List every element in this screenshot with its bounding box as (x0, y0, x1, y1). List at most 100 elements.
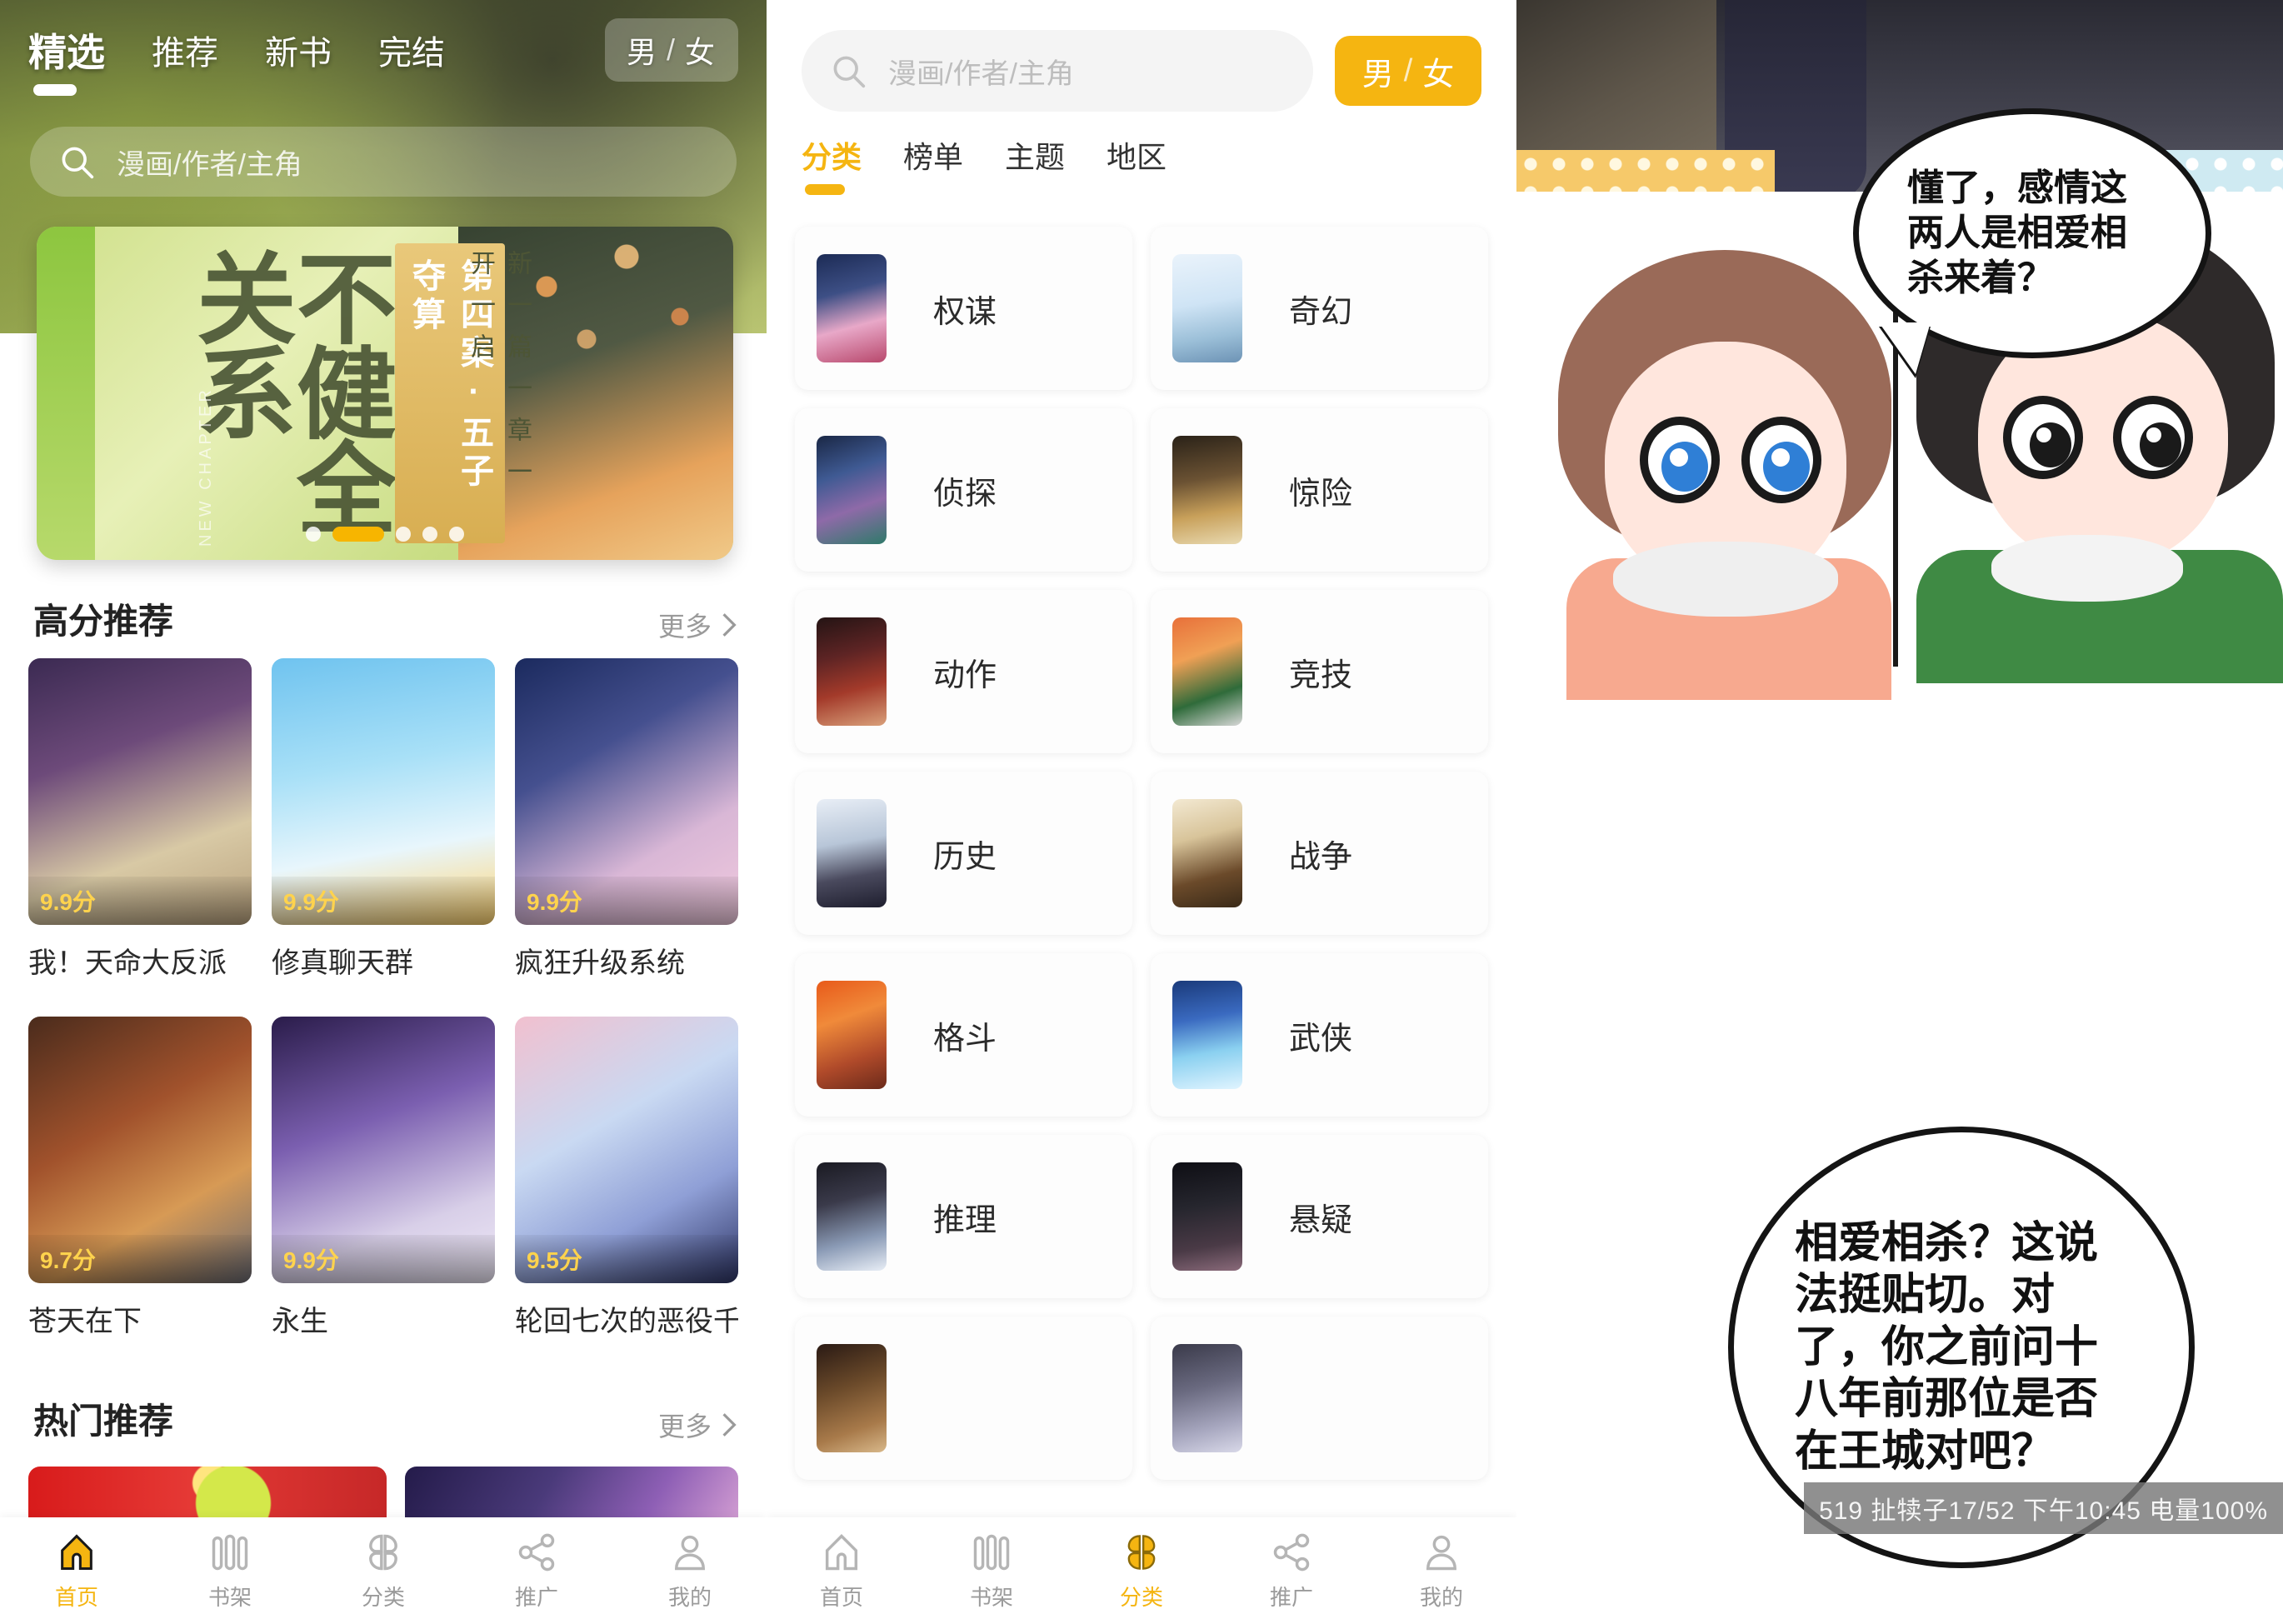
category-label: 动作 (933, 657, 997, 693)
left-character-eye-right (1741, 417, 1821, 503)
banner-left-accent (37, 227, 95, 560)
tabbar-item-category[interactable]: 分类 (307, 1531, 460, 1612)
book-card[interactable]: 9.5分 轮回七次的恶役千 (515, 1017, 738, 1339)
banner-new-chapter-label: NEW CHAPTER (197, 387, 215, 547)
tabbar-item-mine[interactable]: 我的 (1366, 1531, 1516, 1612)
category-thumbnail (1172, 436, 1242, 544)
tabbar-label: 首页 (54, 1584, 98, 1610)
left-character-eye-left (1640, 417, 1720, 503)
home-tab-completed[interactable]: 完结 (378, 26, 445, 74)
category-item-zhanzheng[interactable]: 战争 (1151, 772, 1488, 935)
eye-glint (2146, 427, 2161, 442)
book-score: 9.9分 (515, 877, 738, 925)
bookshelf-icon (212, 1534, 248, 1570)
speech-bubble-tail-left (1722, 1492, 1781, 1526)
category-item-lishi[interactable]: 历史 (795, 772, 1132, 935)
home-tab-featured[interactable]: 精选 (28, 22, 105, 96)
chevron-right-icon (722, 1413, 737, 1437)
category-thumbnail (1172, 1162, 1242, 1271)
carousel-dot-active[interactable] (332, 527, 384, 542)
home-icon (825, 1533, 858, 1570)
section-more-link[interactable]: 更多 (658, 1406, 738, 1444)
home-tab-recommend[interactable]: 推荐 (152, 26, 218, 74)
category-item-wuxia[interactable]: 武侠 (1151, 953, 1488, 1117)
tabbar-item-home[interactable]: 首页 (0, 1531, 153, 1612)
gender-female-label: 女 (684, 35, 717, 69)
search-icon (833, 56, 866, 88)
book-card[interactable]: 9.9分 疯狂升级系统 (515, 658, 738, 981)
carousel-dot[interactable] (422, 527, 437, 542)
category-thumbnail (1172, 617, 1242, 726)
tabbar-item-home[interactable]: 首页 (767, 1531, 917, 1612)
home-tab-new[interactable]: 新书 (265, 26, 332, 74)
book-title: 我！天命大反派 (28, 947, 227, 979)
book-title: 轮回七次的恶役千 (515, 1306, 738, 1337)
category-item-gedou[interactable]: 格斗 (795, 953, 1132, 1117)
user-icon (675, 1535, 705, 1570)
carousel-dot[interactable] (396, 527, 411, 542)
home-search-bar[interactable]: 漫画/作者/主角 (30, 127, 737, 197)
book-title: 苍天在下 (28, 1306, 142, 1337)
category-label: 武侠 (1289, 1021, 1353, 1057)
tabbar-item-category[interactable]: 分类 (1067, 1531, 1216, 1612)
tabbar-label: 分类 (1119, 1584, 1163, 1610)
book-cover: 9.9分 (515, 658, 738, 925)
category-item-quanmou[interactable]: 权谋 (795, 227, 1132, 390)
category-gender-toggle[interactable]: 男 / 女 (1335, 36, 1481, 106)
category-item-xuanyi[interactable]: 悬疑 (1151, 1135, 1488, 1298)
eye-glint (1670, 448, 1688, 467)
category-item-qihuan[interactable]: 奇幻 (1151, 227, 1488, 390)
section-more-link[interactable]: 更多 (658, 606, 738, 644)
book-score: 9.5分 (515, 1235, 738, 1283)
reader-panel[interactable]: 懂了，感情这两人是相爱相杀来着？ 相爱相杀？这说法挺贴切。对了，你之前问十八年前… (1516, 0, 2283, 1624)
search-icon (62, 147, 94, 179)
carousel-dot[interactable] (306, 527, 321, 542)
home-banner-carousel[interactable]: 不健全关系 第四案·五子夺算 新一篇一章一开一启 NEW CHAPTER (37, 227, 733, 560)
category-item-tuili[interactable]: 推理 (795, 1135, 1132, 1298)
book-title: 永生 (272, 1306, 328, 1337)
tabbar-label: 推广 (514, 1584, 558, 1610)
pupil (2030, 422, 2071, 467)
book-grid-row-1: 9.9分 我！天命大反派 9.9分 修真聊天群 9.9分 疯狂升级系统 (28, 658, 738, 981)
tabbar-item-bookshelf[interactable]: 书架 (917, 1531, 1067, 1612)
tabbar-item-bookshelf[interactable]: 书架 (153, 1531, 307, 1612)
category-search-placeholder: 漫画/作者/主角 (888, 57, 1074, 90)
category-search-bar[interactable]: 漫画/作者/主角 (802, 30, 1313, 112)
pupil (1661, 442, 1708, 492)
category-item-zhentan[interactable]: 侦探 (795, 408, 1132, 572)
section-header-high-score: 高分推荐 更多 (28, 593, 738, 646)
book-card[interactable]: 9.9分 修真聊天群 (272, 658, 495, 981)
category-tab-ranking[interactable]: 榜单 (903, 133, 963, 177)
home-gender-toggle[interactable]: 男 / 女 (604, 18, 738, 82)
category-search-row: 漫画/作者/主角 男 / 女 (802, 30, 1481, 112)
category-thumbnail (817, 254, 887, 362)
category-tab-region[interactable]: 地区 (1107, 133, 1166, 177)
category-tab-label: 分类 (802, 140, 862, 174)
tabbar-item-promotion[interactable]: 推广 (460, 1531, 613, 1612)
chevron-right-icon (722, 613, 737, 637)
active-tab-underline (33, 84, 77, 96)
tabbar-item-mine[interactable]: 我的 (613, 1531, 767, 1612)
tabbar-label: 首页 (819, 1584, 863, 1610)
category-tabs: 分类 榜单 主题 地区 (802, 133, 1208, 195)
book-title: 修真聊天群 (272, 947, 413, 979)
book-card[interactable]: 9.7分 苍天在下 (28, 1017, 252, 1339)
book-score: 9.7分 (28, 1235, 252, 1283)
pupil (1763, 442, 1810, 492)
book-card[interactable]: 9.9分 永生 (272, 1017, 495, 1339)
category-tab-classification[interactable]: 分类 (802, 133, 862, 195)
pupil (2140, 422, 2181, 467)
category-tab-theme[interactable]: 主题 (1005, 133, 1065, 177)
category-item-partial[interactable] (795, 1317, 1132, 1480)
tabbar-item-promotion[interactable]: 推广 (1216, 1531, 1366, 1612)
eye-glint (1771, 448, 1790, 467)
category-thumbnail (1172, 981, 1242, 1089)
book-card[interactable]: 9.9分 我！天命大反派 (28, 658, 252, 981)
category-item-jingji[interactable]: 竞技 (1151, 590, 1488, 753)
category-item-jingxian[interactable]: 惊险 (1151, 408, 1488, 572)
left-character-scarf (1613, 542, 1838, 617)
carousel-dot[interactable] (449, 527, 464, 542)
category-item-dongzuo[interactable]: 动作 (795, 590, 1132, 753)
category-item-partial[interactable] (1151, 1317, 1488, 1480)
share-icon (1273, 1533, 1310, 1571)
